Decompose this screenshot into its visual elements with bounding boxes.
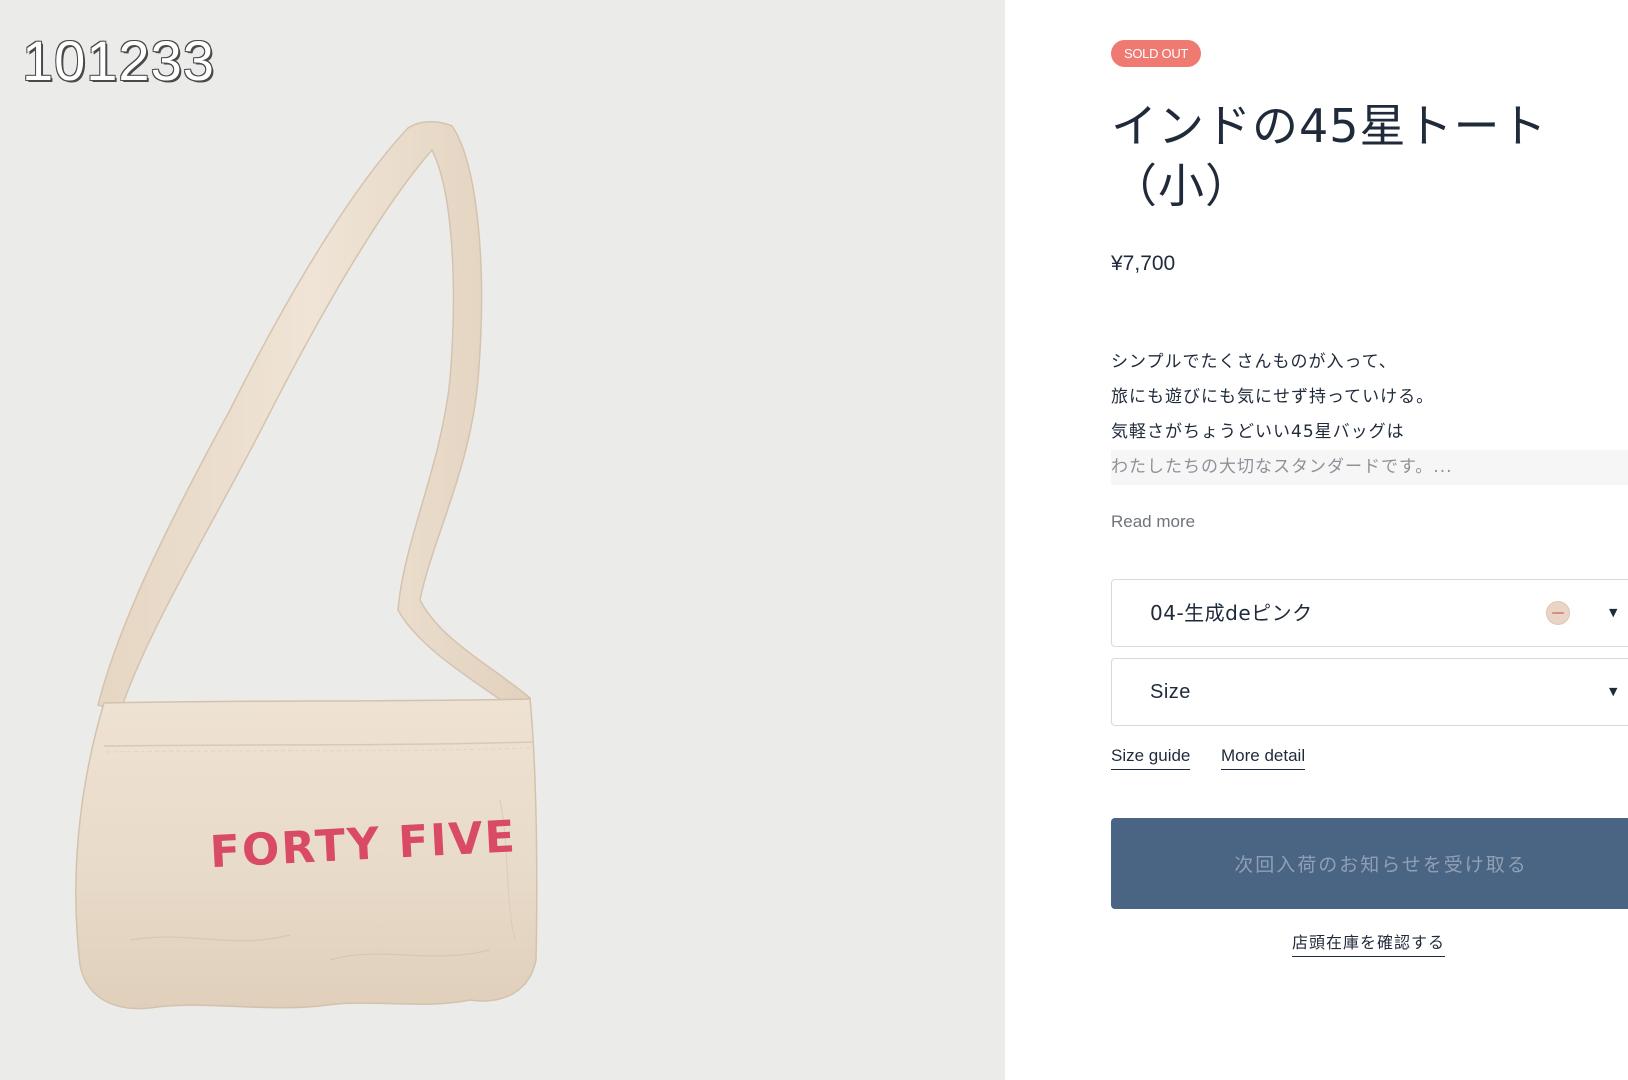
store-stock-link[interactable]: 店頭在庫を確認する xyxy=(1292,929,1446,957)
image-id-label: 101233 xyxy=(22,29,215,92)
description-line: 気軽さがちょうどいい45星バッグは xyxy=(1111,422,1405,442)
color-select[interactable]: 04-生成deピンク ▼ xyxy=(1111,579,1628,647)
restock-notify-button[interactable]: 次回入荷のお知らせを受け取る xyxy=(1111,818,1628,909)
size-guide-link[interactable]: Size guide xyxy=(1111,746,1191,770)
product-details-panel: SOLD OUT インドの45星トート（小） ¥7,700 シンプルでたくさんも… xyxy=(1005,0,1628,1080)
size-select-value: Size xyxy=(1150,681,1191,703)
read-more-link[interactable]: Read more xyxy=(1111,512,1195,532)
size-select[interactable]: Size ▼ xyxy=(1111,658,1628,726)
product-description: シンプルでたくさんものが入って、 旅にも遊びにも気にせず持っていける。 気軽さが… xyxy=(1111,345,1628,485)
product-image-panel: FORTY FIVE 101233 xyxy=(0,0,1005,1080)
product-price: ¥7,700 xyxy=(1111,252,1176,275)
description-line: シンプルでたくさんものが入って、 xyxy=(1111,352,1397,372)
product-title: インドの45星トート（小） xyxy=(1111,99,1548,213)
caret-down-icon: ▼ xyxy=(1609,685,1618,698)
color-select-value: 04-生成deピンク xyxy=(1150,601,1313,625)
color-swatch-icon xyxy=(1546,601,1570,625)
caret-down-icon: ▼ xyxy=(1609,606,1618,619)
tote-bag-image: FORTY FIVE xyxy=(75,121,538,1010)
sold-out-badge: SOLD OUT xyxy=(1111,40,1202,67)
description-line: 旅にも遊びにも気にせず持っていける。 xyxy=(1111,387,1435,407)
more-detail-link[interactable]: More detail xyxy=(1221,746,1306,770)
description-line-faded: わたしたちの大切なスタンダードです。... xyxy=(1111,450,1628,485)
